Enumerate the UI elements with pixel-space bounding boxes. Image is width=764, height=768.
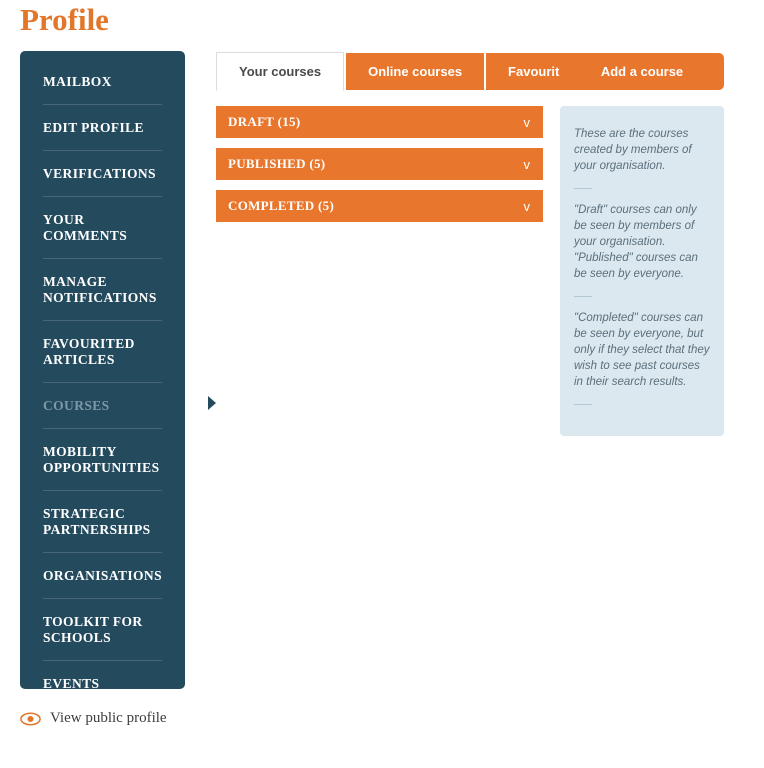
info-divider [574,188,592,189]
chevron-down-icon[interactable]: v [524,200,531,213]
sidebar-item-label: Organisations [43,568,162,583]
sidebar-item-organisations[interactable]: Organisations [43,552,162,598]
course-tabs: Your courses Online courses Favourites [216,52,598,91]
sidebar-item-label: Edit profile [43,120,144,135]
course-status-accordion: Draft (15) v Published (5) v Completed (5) v [216,106,543,232]
active-item-arrow-icon [208,396,216,410]
courses-info-panel: These are the courses created by members… [560,106,724,436]
sidebar-item-verifications[interactable]: Verifications [43,150,162,196]
accordion-row-completed-5-[interactable]: Completed (5) v [216,190,543,222]
tab-online-courses[interactable]: Online courses [346,53,485,90]
accordion-row-label: Draft (15) [228,114,301,129]
accordion-row-label: Completed (5) [228,198,335,213]
chevron-down-icon[interactable]: v [524,158,531,171]
sidebar-item-label: Mobility opportunities [43,444,160,475]
profile-sidebar: Mailbox Edit profile Verifications Your com… [20,51,216,753]
accordion-row-label: Published (5) [228,156,326,171]
info-paragraph: These are the courses created by members… [574,128,692,172]
add-a-course-button[interactable]: Add a course [560,53,724,90]
sidebar-item-mobility-opportunities[interactable]: Mobility opportunities [43,428,162,490]
sidebar-item-toolkit-for-schools[interactable]: Toolkit for schools [43,598,162,660]
sidebar-item-events[interactable]: Events [43,660,162,706]
info-paragraph: "Completed" courses can be seen by every… [574,312,710,388]
sidebar-item-label: Your comments [43,212,128,243]
sidebar-item-label: Events [43,676,100,691]
view-public-profile-link[interactable]: View public profile [20,710,167,727]
sidebar-item-label: Courses [43,398,110,413]
sidebar-item-label: Toolkit for schools [43,614,143,645]
sidebar-item-label: Manage notifications [43,274,157,305]
page-title: Profile [20,2,109,37]
sidebar-item-mailbox[interactable]: Mailbox [43,51,162,104]
sidebar-item-your-comments[interactable]: Your comments [43,196,162,258]
sidebar-item-strategic-partnerships[interactable]: Strategic partnerships [43,490,162,552]
info-paragraph: "Draft" courses can only be seen by memb… [574,204,698,280]
tab-your-courses[interactable]: Your courses [216,52,345,91]
info-divider [574,404,592,405]
info-divider [574,296,592,297]
sidebar-item-label: Favourited articles [43,336,135,367]
eye-icon [20,712,41,726]
chevron-down-icon[interactable]: v [524,116,531,129]
sidebar-item-manage-notifications[interactable]: Manage notifications [43,258,162,320]
accordion-row-published-5-[interactable]: Published (5) v [216,148,543,180]
sidebar-item-label: Verifications [43,166,156,181]
view-public-profile-label: View public profile [50,710,167,726]
sidebar-item-courses[interactable]: Courses [43,382,216,428]
accordion-row-draft-15-[interactable]: Draft (15) v [216,106,543,138]
sidebar-item-favourited-articles[interactable]: Favourited articles [43,320,162,382]
sidebar-item-label: Strategic partnerships [43,506,151,537]
sidebar-item-edit-profile[interactable]: Edit profile [43,104,162,150]
sidebar-item-label: Mailbox [43,74,112,89]
